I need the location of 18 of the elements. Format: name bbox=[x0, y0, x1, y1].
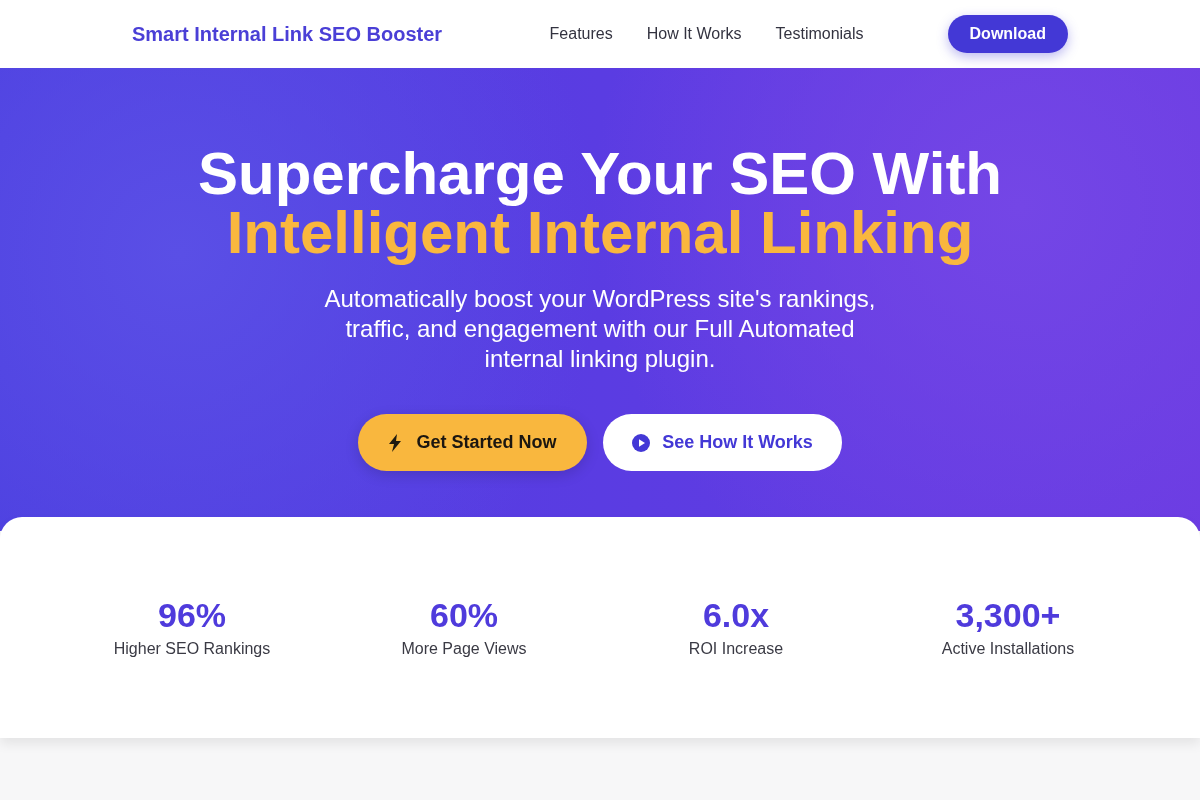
stat-label: Active Installations bbox=[941, 639, 1075, 659]
download-button[interactable]: Download bbox=[947, 15, 1068, 53]
nav-link[interactable]: Features bbox=[549, 22, 613, 46]
stat-label: More Page Views bbox=[401, 639, 527, 659]
stat-value: 3,300+ bbox=[955, 595, 1061, 635]
nav-link[interactable]: How It Works bbox=[646, 22, 742, 46]
site-logo[interactable]: Smart Internal Link SEO Booster bbox=[132, 23, 443, 45]
hero-subtitle: Automatically boost your WordPress site's rankings, traffic, and engagement with our Full Automated internal linking plugin. bbox=[323, 284, 877, 374]
see-how-it-works-button[interactable]: See How It Works bbox=[603, 414, 842, 471]
lightning-bolt-icon bbox=[388, 433, 403, 452]
get-started-button[interactable]: Get Started Now bbox=[358, 414, 587, 471]
stat-label: ROI Increase bbox=[688, 639, 784, 659]
play-circle-icon bbox=[632, 433, 651, 452]
nav-link[interactable]: Testimonials bbox=[775, 22, 864, 46]
stat-value: 96% bbox=[157, 595, 227, 635]
stat-label: Higher SEO Rankings bbox=[113, 639, 271, 659]
stat-value: 6.0x bbox=[702, 595, 770, 635]
stat-value: 60% bbox=[429, 595, 499, 635]
